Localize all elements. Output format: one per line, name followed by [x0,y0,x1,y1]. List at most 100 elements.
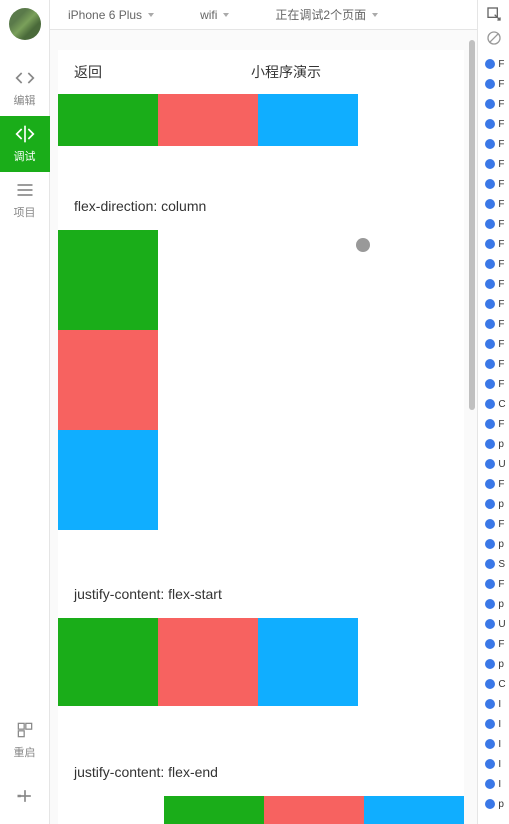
sidebar-item-label: 调试 [14,148,36,164]
inspect-icon[interactable] [486,6,502,22]
log-entry[interactable]: C [481,674,505,694]
info-icon [485,499,495,509]
avatar[interactable] [9,8,41,40]
log-entry[interactable]: U [481,614,505,634]
info-icon [485,379,495,389]
log-entry[interactable]: F [481,574,505,594]
device-label: iPhone 6 Plus [68,8,142,22]
page-title: 小程序演示 [124,62,448,82]
log-entry[interactable]: p [481,494,505,514]
justify-start-demo [58,618,358,706]
log-text: p [498,799,504,810]
log-text: p [498,499,504,510]
menu-icon [15,180,35,200]
sidebar-item-debug[interactable]: 调试 [0,116,50,172]
log-entry[interactable]: F [481,154,505,174]
flex-row-demo [58,94,464,146]
info-icon [485,159,495,169]
box-blue [258,94,358,146]
log-entry[interactable]: F [481,254,505,274]
box-green [58,230,158,330]
sidebar-item-add[interactable] [0,768,50,824]
sidebar-item-restart[interactable]: 重启 [0,712,50,768]
log-entry[interactable]: F [481,94,505,114]
info-icon [485,539,495,549]
chevron-down-icon [223,13,229,17]
status-label: 正在调试2个页面 [275,6,366,23]
justify-end-demo [164,796,464,824]
log-entry[interactable]: F [481,214,505,234]
network-select[interactable]: wifi [192,8,237,22]
log-entry[interactable]: F [481,354,505,374]
box-blue [58,430,158,530]
log-entry[interactable]: F [481,374,505,394]
add-icon [15,786,35,806]
log-entry[interactable]: F [481,314,505,334]
log-text: F [498,479,504,490]
log-entry[interactable]: F [481,334,505,354]
vertical-scrollbar[interactable] [469,40,475,410]
info-icon [485,319,495,329]
log-entry[interactable]: p [481,794,505,814]
log-entry[interactable]: I [481,754,505,774]
log-entry[interactable]: p [481,654,505,674]
log-text: I [498,779,501,790]
log-entry[interactable]: I [481,694,505,714]
sidebar-item-project[interactable]: 项目 [0,172,50,228]
info-icon [485,139,495,149]
log-entry[interactable]: F [481,54,505,74]
info-icon [485,719,495,729]
log-entry[interactable]: F [481,114,505,134]
log-text: p [498,659,504,670]
log-entry[interactable]: F [481,194,505,214]
log-entry[interactable]: F [481,474,505,494]
log-entry[interactable]: p [481,594,505,614]
log-entry[interactable]: U [481,454,505,474]
log-text: F [498,579,504,590]
restart-icon [15,720,35,740]
info-icon [485,739,495,749]
log-entry[interactable]: I [481,774,505,794]
chevron-down-icon [148,13,154,17]
log-entry[interactable]: p [481,434,505,454]
debug-status-select[interactable]: 正在调试2个页面 [267,6,386,23]
info-icon [485,479,495,489]
info-icon [485,639,495,649]
log-entry[interactable]: I [481,734,505,754]
info-icon [485,79,495,89]
device-select[interactable]: iPhone 6 Plus [60,8,162,22]
log-entry[interactable]: S [481,554,505,574]
log-text: F [498,79,504,90]
box-red [158,94,258,146]
box-green [164,796,264,824]
log-text: F [498,99,504,110]
log-entry[interactable]: F [481,174,505,194]
info-icon [485,559,495,569]
log-text: F [498,199,504,210]
log-entry[interactable]: F [481,514,505,534]
info-icon [485,459,495,469]
info-icon [485,799,495,809]
log-entry[interactable]: F [481,74,505,94]
info-icon [485,199,495,209]
log-entry[interactable]: F [481,274,505,294]
right-rail: FFFFFFFFFFFFFFFFFCFpUFpFpSFpUFpCIIIIIp [477,0,509,824]
log-text: F [498,379,504,390]
log-text: I [498,719,501,730]
log-entry[interactable]: F [481,234,505,254]
log-entry[interactable]: p [481,534,505,554]
sidebar-item-label: 项目 [14,204,36,220]
log-text: F [498,239,504,250]
log-entry[interactable]: F [481,414,505,434]
box-blue [364,796,464,824]
log-entry[interactable]: C [481,394,505,414]
log-entry[interactable]: I [481,714,505,734]
info-icon [485,359,495,369]
log-text: F [498,319,504,330]
log-entry[interactable]: F [481,294,505,314]
log-entry[interactable]: F [481,634,505,654]
info-icon [485,419,495,429]
block-icon[interactable] [486,30,502,46]
sidebar-item-edit[interactable]: 编辑 [0,60,50,116]
log-entry[interactable]: F [481,134,505,154]
